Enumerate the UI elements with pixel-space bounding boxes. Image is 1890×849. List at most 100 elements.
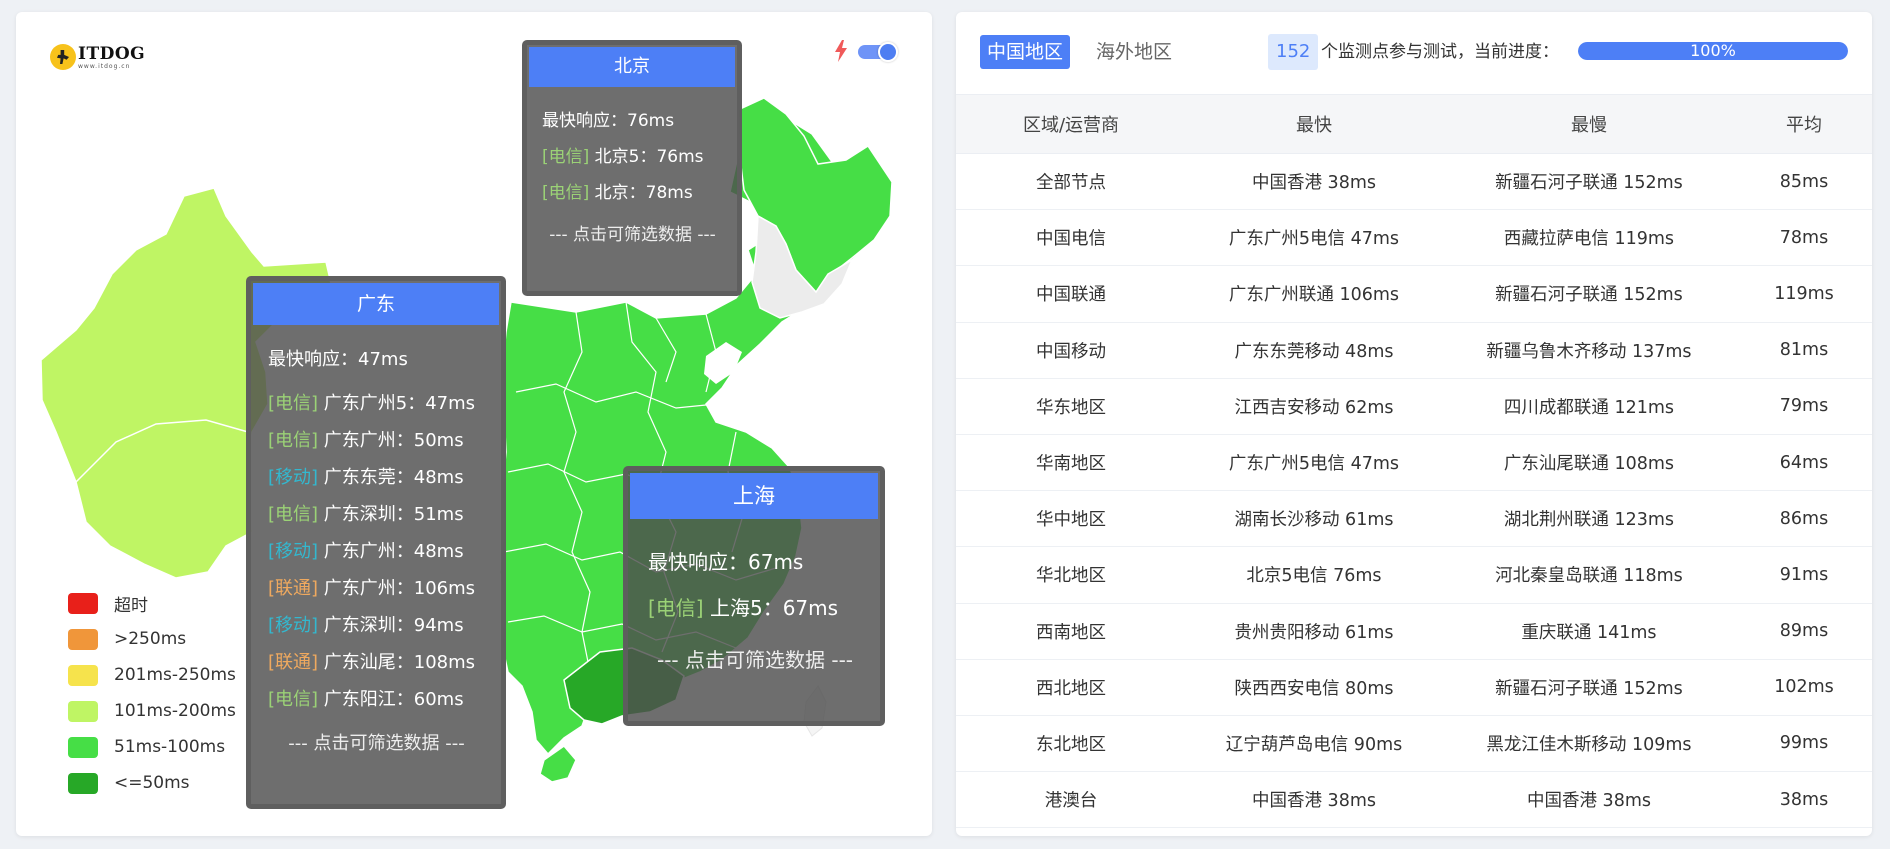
node-latency: 广东广州：106ms bbox=[318, 578, 476, 599]
node-latency: 广东阳江：60ms bbox=[318, 689, 464, 710]
itdog-logo: ITDOG www.itdog.cn bbox=[50, 44, 145, 70]
table-row[interactable]: 港澳台 中国香港 38ms 中国香港 38ms 38ms bbox=[956, 772, 1872, 829]
node-latency: 北京5：76ms bbox=[589, 147, 704, 167]
node-latency: 上海5：67ms bbox=[703, 596, 839, 620]
tooltip-filter-hint[interactable]: --- 点击可筛选数据 --- bbox=[542, 217, 737, 253]
legend-item[interactable]: 51ms-100ms bbox=[68, 729, 236, 765]
cell-average: 85ms bbox=[1779, 171, 1829, 192]
column-header-average[interactable]: 平均 bbox=[1736, 111, 1872, 137]
cell-average: 119ms bbox=[1774, 283, 1834, 304]
cell-slowest: 中国香港 38ms bbox=[1527, 791, 1651, 812]
toggle-knob bbox=[878, 42, 898, 62]
cell-region: 西南地区 bbox=[1036, 622, 1106, 643]
cell-average: 64ms bbox=[1779, 452, 1829, 473]
cell-fastest: 贵州贵阳移动 61ms bbox=[1234, 622, 1394, 643]
isp-tag: [电信] bbox=[542, 183, 590, 203]
table-row[interactable]: 中国移动 广东东莞移动 48ms 新疆乌鲁木齐移动 137ms 81ms bbox=[956, 323, 1872, 379]
tooltip-title: 广东 bbox=[253, 283, 499, 325]
cell-region: 中国电信 bbox=[1036, 229, 1106, 250]
legend-label: 101ms-200ms bbox=[114, 701, 236, 721]
legend-label: 51ms-100ms bbox=[114, 737, 226, 757]
cell-fastest: 广东广州联通 106ms bbox=[1228, 285, 1400, 306]
table-row[interactable]: 西北地区 陕西西安电信 80ms 新疆石河子联通 152ms 102ms bbox=[956, 660, 1872, 716]
tab-china-region[interactable]: 中国地区 bbox=[980, 35, 1071, 69]
legend-label: <=50ms bbox=[114, 773, 190, 793]
cell-slowest: 黑龙江佳木斯移动 109ms bbox=[1486, 734, 1692, 755]
cell-fastest: 陕西西安电信 80ms bbox=[1234, 678, 1394, 699]
legend-label: >250ms bbox=[114, 629, 187, 649]
table-row[interactable]: 华中地区 湖南长沙移动 61ms 湖北荆州联通 123ms 86ms bbox=[956, 491, 1872, 548]
legend-item[interactable]: >250ms bbox=[68, 621, 236, 657]
legend-swatch bbox=[68, 772, 98, 794]
node-latency: 北京：78ms bbox=[589, 183, 693, 203]
node-latency: 广东深圳：94ms bbox=[318, 615, 464, 636]
tooltip-fastest: 最快响应：76ms bbox=[542, 111, 675, 131]
table-row[interactable]: 全部节点 中国香港 38ms 新疆石河子联通 152ms 85ms bbox=[956, 154, 1872, 211]
cell-region: 华中地区 bbox=[1036, 510, 1106, 531]
cell-fastest: 辽宁葫芦岛电信 90ms bbox=[1225, 734, 1403, 755]
table-row[interactable]: 华南地区 广东广州5电信 47ms 广东汕尾联通 108ms 64ms bbox=[956, 435, 1872, 492]
cell-region: 华北地区 bbox=[1036, 566, 1106, 587]
node-latency: 广东深圳：51ms bbox=[318, 504, 464, 525]
monitor-progress-label: 个监测点参与测试，当前进度： bbox=[1321, 42, 1559, 62]
tooltip-node-line: [联通] 广东汕尾：108ms bbox=[268, 644, 501, 681]
cell-fastest: 中国香港 38ms bbox=[1252, 791, 1376, 812]
cell-fastest: 中国香港 38ms bbox=[1252, 173, 1376, 194]
table-body: 全部节点 中国香港 38ms 新疆石河子联通 152ms 85ms 中国电信 广东广州5电… bbox=[956, 154, 1872, 829]
cell-slowest: 新疆石河子联通 152ms bbox=[1495, 678, 1683, 699]
table-row[interactable]: 华北地区 北京5电信 76ms 河北秦皇岛联通 118ms 91ms bbox=[956, 547, 1872, 604]
tooltip-filter-hint[interactable]: --- 点击可筛选数据 --- bbox=[648, 637, 880, 683]
tooltip-node-line: [移动] 广东深圳：94ms bbox=[268, 607, 501, 644]
cell-slowest: 新疆石河子联通 152ms bbox=[1495, 285, 1683, 306]
cell-average: 89ms bbox=[1779, 621, 1829, 642]
tooltip-node-line: [电信] 北京：78ms bbox=[542, 175, 737, 211]
table-row[interactable]: 华东地区 江西吉安移动 62ms 四川成都联通 121ms 79ms bbox=[956, 379, 1872, 435]
table-header: 区域/运营商 最快 最慢 平均 bbox=[956, 94, 1872, 154]
cell-region: 华南地区 bbox=[1036, 454, 1106, 475]
table-row[interactable]: 中国电信 广东广州5电信 47ms 西藏拉萨电信 119ms 78ms bbox=[956, 210, 1872, 267]
map-mode-toggle[interactable] bbox=[858, 42, 898, 62]
cell-average: 81ms bbox=[1779, 340, 1829, 361]
tooltip-shanghai[interactable]: 上海 最快响应：67ms [电信] 上海5：67ms --- 点击可筛选数据 -… bbox=[623, 466, 885, 726]
isp-tag: [电信] bbox=[648, 596, 704, 620]
isp-tag: [电信] bbox=[542, 147, 590, 167]
results-toolbar: 中国地区 海外地区 152 个监测点参与测试，当前进度： 100% bbox=[956, 12, 1872, 94]
cell-average: 99ms bbox=[1779, 733, 1829, 754]
tooltip-guangdong[interactable]: 广东 最快响应：47ms [电信] 广东广州5：47ms [电信] 广东广州：50… bbox=[246, 276, 506, 809]
tab-overseas-region[interactable]: 海外地区 bbox=[1089, 35, 1179, 69]
isp-tag: [联通] bbox=[268, 652, 319, 673]
table-row[interactable]: 东北地区 辽宁葫芦岛电信 90ms 黑龙江佳木斯移动 109ms 99ms bbox=[956, 716, 1872, 773]
cell-slowest: 湖北荆州联通 123ms bbox=[1503, 510, 1675, 531]
test-progress-bar: 100% bbox=[1578, 42, 1848, 60]
tooltip-node-line: [电信] 北京5：76ms bbox=[542, 139, 737, 175]
legend-item[interactable]: 超时 bbox=[68, 585, 236, 621]
legend-swatch bbox=[68, 736, 98, 758]
tooltip-title: 上海 bbox=[630, 473, 878, 519]
column-header-region[interactable]: 区域/运营商 bbox=[956, 111, 1186, 137]
results-table: 区域/运营商 最快 最慢 平均 全部节点 中国香港 38ms 新疆石河子联通 152… bbox=[956, 94, 1872, 829]
table-row[interactable]: 中国联通 广东广州联通 106ms 新疆石河子联通 152ms 119ms bbox=[956, 266, 1872, 323]
monitor-count-badge: 152 bbox=[1268, 34, 1319, 70]
legend-swatch bbox=[68, 664, 98, 686]
cell-slowest: 西藏拉萨电信 119ms bbox=[1503, 229, 1675, 250]
node-latency: 广东广州：50ms bbox=[318, 430, 464, 451]
isp-tag: [移动] bbox=[268, 467, 319, 488]
table-row[interactable]: 西南地区 贵州贵阳移动 61ms 重庆联通 141ms 89ms bbox=[956, 604, 1872, 660]
column-header-slowest[interactable]: 最慢 bbox=[1442, 111, 1736, 137]
tooltip-node-line: [移动] 广东广州：48ms bbox=[268, 533, 501, 570]
tooltip-beijing[interactable]: 北京 最快响应：76ms [电信] 北京5：76ms [电信] 北京：78ms -… bbox=[522, 40, 742, 296]
cell-average: 38ms bbox=[1779, 789, 1829, 810]
cell-average: 91ms bbox=[1779, 564, 1829, 585]
node-latency: 广东汕尾：108ms bbox=[318, 652, 476, 673]
legend-swatch bbox=[68, 700, 98, 722]
cell-fastest: 北京5电信 76ms bbox=[1246, 566, 1382, 587]
logo-subtitle: www.itdog.cn bbox=[78, 62, 131, 70]
isp-tag: [电信] bbox=[268, 504, 319, 525]
column-header-fastest[interactable]: 最快 bbox=[1186, 111, 1442, 137]
cell-fastest: 广东广州5电信 47ms bbox=[1228, 454, 1400, 475]
tooltip-filter-hint[interactable]: --- 点击可筛选数据 --- bbox=[268, 725, 501, 762]
legend-item[interactable]: 201ms-250ms bbox=[68, 657, 236, 693]
legend-item[interactable]: 101ms-200ms bbox=[68, 693, 236, 729]
legend-item[interactable]: <=50ms bbox=[68, 765, 236, 801]
cell-average: 79ms bbox=[1779, 396, 1829, 417]
